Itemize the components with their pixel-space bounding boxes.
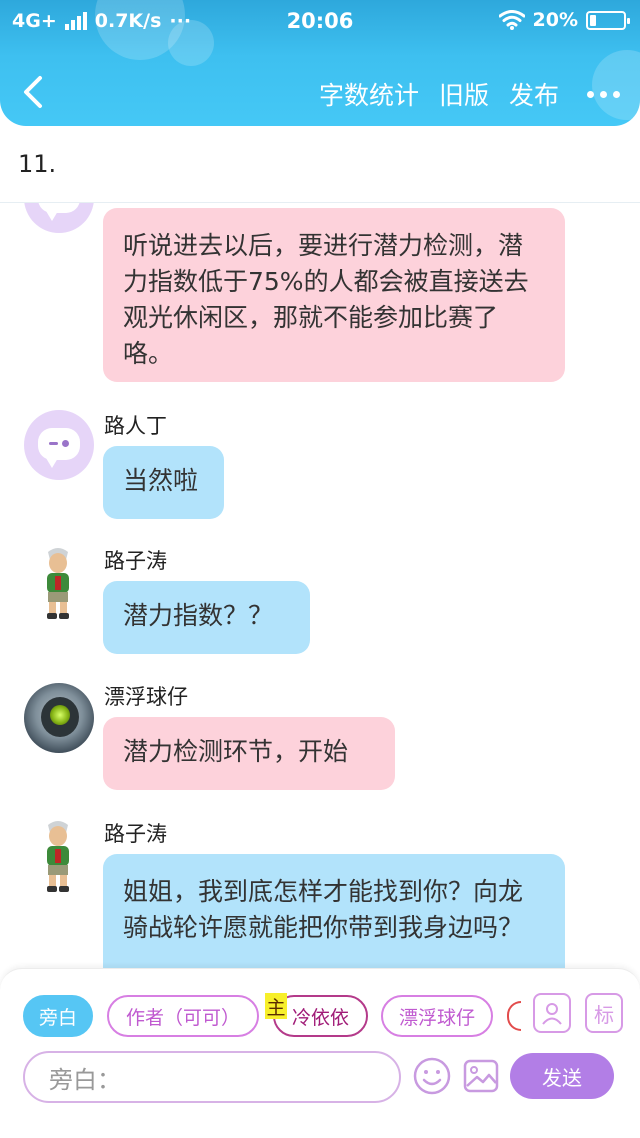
- status-right: 20%: [498, 9, 630, 31]
- ghost-avatar: [24, 410, 94, 480]
- composer-panel: 旁白 作者（可可） 冷依依 主 漂浮球仔 标 旁白： 发送: [0, 968, 640, 1138]
- chapter-number: 11.: [18, 150, 57, 178]
- nav-bar: 字数统计 旧版 发布: [0, 60, 640, 126]
- nav-actions: 字数统计 旧版 发布: [319, 76, 620, 112]
- message-bubble: 当然啦: [103, 446, 224, 519]
- status-bar: 4G+ 0.7K/s ··· 20:06 20%: [0, 0, 640, 42]
- screen: 4G+ 0.7K/s ··· 20:06 20% 字数统计 旧版 发布 11. …: [0, 0, 640, 1138]
- tag-button[interactable]: 标: [585, 993, 623, 1033]
- role-manage-icon[interactable]: [533, 993, 571, 1033]
- publish-button[interactable]: 发布: [509, 76, 559, 112]
- ghost-avatar: [24, 203, 94, 233]
- input-row: 旁白： 发送: [0, 1049, 640, 1105]
- battery-percent: 20%: [532, 9, 578, 31]
- back-arrow-icon[interactable]: [18, 74, 50, 110]
- message-input[interactable]: 旁白：: [23, 1051, 401, 1103]
- chat-list: 听说进去以后，要进行潜力检测，潜力指数低于75%的人都会被直接送去观光休闲区，那…: [0, 203, 640, 968]
- speaker-name: 路子涛: [104, 549, 167, 573]
- message-bubble: 潜力指数？？: [103, 581, 310, 654]
- role-chip-partial[interactable]: [507, 1001, 521, 1031]
- speaker-name: 路子涛: [104, 822, 167, 846]
- role-chip-float[interactable]: 漂浮球仔: [381, 995, 493, 1037]
- role-chip-lead[interactable]: 冷依依: [273, 995, 368, 1037]
- speaker-name: 路人丁: [104, 414, 167, 438]
- boy-character-avatar: [47, 548, 69, 619]
- role-selector: 旁白 作者（可可） 冷依依 主 漂浮球仔 标: [0, 993, 640, 1039]
- image-icon[interactable]: [462, 1057, 500, 1095]
- emoji-icon[interactable]: [413, 1057, 451, 1095]
- boy-character-avatar: [47, 821, 69, 892]
- word-count-button[interactable]: 字数统计: [319, 76, 419, 112]
- message-bubble: 听说进去以后，要进行潜力检测，潜力指数低于75%的人都会被直接送去观光休闲区，那…: [103, 208, 565, 382]
- battery-icon: [586, 10, 630, 30]
- role-chip-author[interactable]: 作者（可可）: [107, 995, 259, 1037]
- robot-avatar: [24, 683, 94, 753]
- send-button[interactable]: 发送: [510, 1053, 614, 1099]
- role-chip-narration[interactable]: 旁白: [23, 995, 93, 1037]
- main-role-badge: 主: [265, 993, 287, 1019]
- wifi-icon: [498, 10, 525, 30]
- message-bubble: 潜力检测环节，开始: [103, 717, 395, 790]
- app-header: 4G+ 0.7K/s ··· 20:06 20% 字数统计 旧版 发布: [0, 0, 640, 126]
- speaker-name: 漂浮球仔: [104, 685, 188, 709]
- message-bubble: 姐姐，我到底怎样才能找到你？向龙骑战轮许愿就能把你带到我身边吗？: [103, 854, 565, 968]
- old-version-button[interactable]: 旧版: [439, 76, 489, 112]
- more-icon[interactable]: [587, 90, 620, 98]
